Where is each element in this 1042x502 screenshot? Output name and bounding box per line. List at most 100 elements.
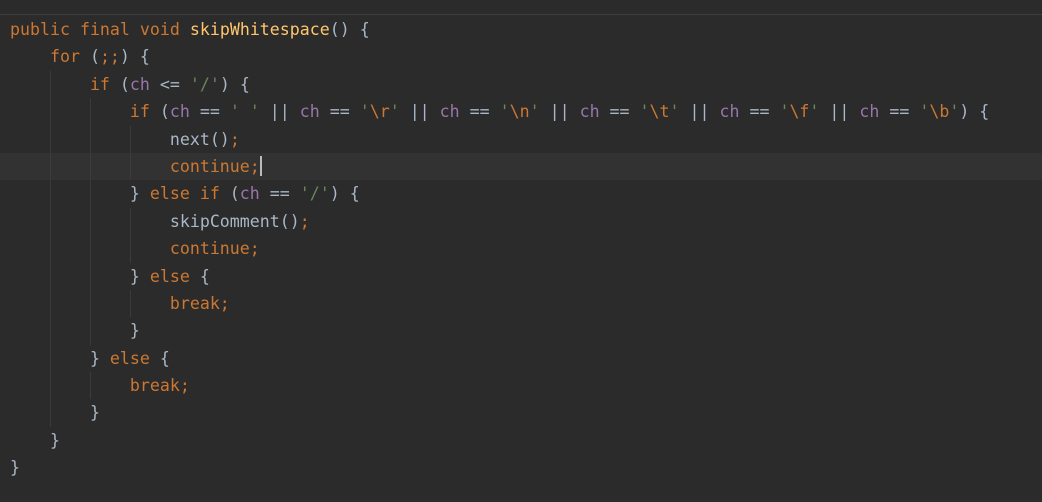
code-line[interactable]: } [0, 317, 1042, 345]
code-token: || [539, 102, 580, 122]
code-token: ch [239, 184, 260, 204]
indent-guide [90, 262, 91, 290]
code-token: } [49, 430, 60, 450]
code-line[interactable]: } else { [0, 344, 1042, 373]
indent-guide [130, 289, 131, 318]
code-token: \b [929, 102, 950, 122]
indent-guide [90, 317, 91, 345]
code-line[interactable]: break; [0, 289, 1042, 318]
code-token: ' [669, 102, 680, 122]
code-token: { [149, 348, 170, 368]
code-token: \f [789, 102, 810, 122]
code-token: ) { [219, 74, 250, 94]
code-token: ch [169, 102, 190, 122]
code-token: ( [79, 47, 100, 67]
code-token: == [879, 102, 920, 122]
code-token: } [129, 184, 150, 204]
indent-guide [130, 235, 131, 263]
code-token: ;; [99, 47, 120, 67]
code-token: skipComment() [169, 211, 300, 231]
code-token: ' [499, 102, 510, 122]
code-token: ch [579, 102, 600, 122]
code-token: ) { [329, 184, 360, 204]
indent-guide [50, 399, 51, 427]
code-token: || [259, 102, 300, 122]
indent-guide [130, 207, 131, 236]
code-line[interactable]: continue; [0, 235, 1042, 263]
indent-guide [130, 152, 131, 181]
code-token: } [89, 403, 100, 423]
code-token: ' [919, 102, 930, 122]
code-token: } [89, 348, 110, 368]
indent-guide [50, 344, 51, 373]
indent-guide [90, 180, 91, 208]
code-token: ' ' [229, 102, 260, 122]
code-token: == [189, 102, 230, 122]
code-line[interactable]: for (;;) { [0, 43, 1042, 70]
code-token: ) { [119, 47, 150, 67]
code-token: continue; [169, 239, 260, 259]
indent-guide [90, 152, 91, 181]
text-caret [259, 155, 262, 176]
indent-guide [50, 98, 51, 126]
code-token: ch [439, 102, 460, 122]
indent-guide [90, 372, 91, 400]
code-line[interactable]: skipComment(); [0, 207, 1042, 236]
indent-guide [130, 125, 131, 153]
indent-guide [50, 262, 51, 290]
code-token: continue; [169, 156, 260, 176]
code-token: } [10, 458, 20, 478]
code-line[interactable]: if (ch <= '/') { [0, 70, 1042, 99]
code-token: ch [719, 102, 740, 122]
code-line[interactable]: next(); [0, 125, 1042, 153]
code-token: ' [639, 102, 650, 122]
code-line[interactable]: break; [0, 372, 1042, 400]
code-editor[interactable]: public final void skipWhitespace() { for… [0, 0, 1042, 502]
code-token: \n [509, 102, 530, 122]
code-token: { [189, 266, 210, 286]
code-line[interactable]: public final void skipWhitespace() { [0, 16, 1042, 43]
code-line[interactable]: } else { [0, 262, 1042, 290]
code-token: } [129, 266, 150, 286]
indent-guide [50, 235, 51, 263]
indent-guide [90, 125, 91, 153]
code-token: ' [389, 102, 400, 122]
code-token: == [459, 102, 500, 122]
code-token: ch [859, 102, 880, 122]
code-token: ( [109, 74, 130, 94]
indent-guide [90, 235, 91, 263]
code-token: '/' [299, 184, 330, 204]
indent-guide [90, 98, 91, 126]
code-area[interactable]: public final void skipWhitespace() { for… [0, 16, 1042, 482]
code-token: || [399, 102, 440, 122]
code-line[interactable]: if (ch == ' ' || ch == '\r' || ch == '\n… [0, 98, 1042, 126]
code-token: next() [169, 129, 230, 149]
code-token: == [599, 102, 640, 122]
code-token: ; [229, 129, 240, 149]
code-token: if [129, 102, 150, 122]
code-token: ; [299, 211, 310, 231]
indent-guide [50, 180, 51, 208]
code-token: break; [129, 376, 190, 396]
code-token: <= [149, 74, 190, 94]
code-line[interactable]: } [0, 399, 1042, 427]
code-token: ( [219, 184, 240, 204]
indent-guide [50, 125, 51, 153]
code-token: else if [149, 184, 220, 204]
code-line[interactable]: } [0, 427, 1042, 454]
code-token: '/' [189, 74, 220, 94]
code-token: public [10, 20, 70, 39]
code-line[interactable]: } else if (ch == '/') { [0, 180, 1042, 208]
indent-guide [50, 152, 51, 181]
code-token: ' [949, 102, 960, 122]
code-token: == [319, 102, 360, 122]
code-line[interactable]: } [0, 454, 1042, 481]
code-token: ) { [959, 102, 990, 122]
code-token: final [79, 20, 130, 39]
code-line[interactable]: continue; [0, 152, 1042, 181]
